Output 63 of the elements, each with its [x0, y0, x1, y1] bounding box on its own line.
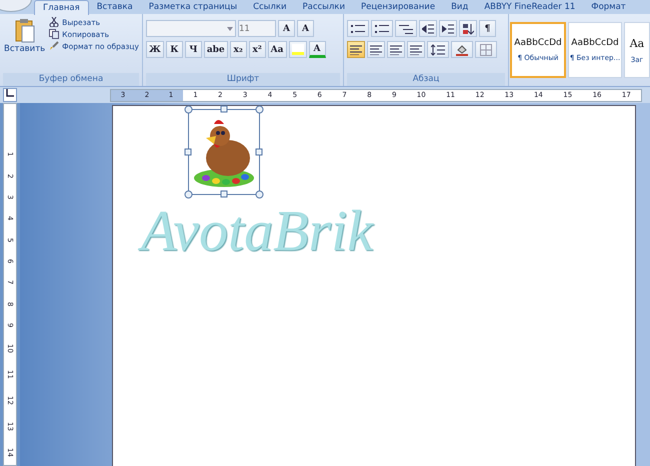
ribbon-tab[interactable]: ABBYY FineReader 11: [476, 0, 584, 14]
ribbon-tab[interactable]: Главная: [34, 0, 89, 14]
ribbon-tab[interactable]: Рассылки: [294, 0, 353, 14]
ribbon-tab[interactable]: Ссылки: [245, 0, 294, 14]
align-button[interactable]: [407, 41, 425, 58]
group-label: Абзац: [347, 73, 505, 86]
align-icon: [350, 44, 362, 54]
ribbon-tab[interactable]: Вид: [443, 0, 476, 14]
ribbon-tab[interactable]: Вставка: [88, 0, 141, 14]
line-spacing-button[interactable]: [427, 41, 449, 58]
ribbon-tab[interactable]: Разметка страницы: [140, 0, 246, 14]
indent-icon: [442, 24, 454, 34]
font-color-button[interactable]: A: [308, 41, 326, 58]
scissors-icon: [49, 17, 60, 27]
grow-font-button[interactable]: A: [278, 20, 295, 37]
align-button[interactable]: [347, 41, 365, 58]
format-button[interactable]: Ж: [146, 41, 164, 58]
brush-icon: [49, 41, 60, 51]
tab-stop-icon: [6, 89, 14, 97]
list-icon: [375, 24, 389, 34]
indent-icon: [422, 24, 434, 34]
paste-button[interactable]: Вставить: [3, 16, 46, 73]
paint-bucket-icon: [455, 44, 469, 56]
ribbon-tab[interactable]: Рецензирование: [352, 0, 444, 14]
increase-indent-button[interactable]: [439, 20, 457, 37]
align-icon: [390, 44, 402, 54]
style-sample: Aa: [630, 36, 644, 50]
clipboard-icon: [14, 18, 36, 44]
group-label: Шрифт: [146, 73, 340, 86]
format-button[interactable]: К: [166, 41, 183, 58]
show-marks-button[interactable]: ¶: [479, 20, 496, 37]
decrease-indent-button[interactable]: [419, 20, 437, 37]
format-button[interactable]: Aa: [268, 41, 286, 58]
list-icon: [351, 24, 365, 34]
selection-frame[interactable]: [184, 106, 264, 198]
format-button[interactable]: Ч: [184, 41, 202, 58]
shrink-font-button[interactable]: A: [297, 20, 314, 37]
borders-icon: [480, 44, 492, 56]
copy-icon: [49, 29, 60, 39]
align-button[interactable]: [367, 41, 385, 58]
align-icon: [370, 44, 382, 54]
align-button[interactable]: [387, 41, 405, 58]
group-label: Буфер обмена: [3, 73, 139, 86]
style-sample: AaBbCcDd: [571, 38, 619, 48]
ribbon-tab[interactable]: Формат: [583, 0, 634, 14]
sort-button[interactable]: [459, 20, 477, 37]
line-spacing-icon: [431, 44, 445, 56]
tab-selector[interactable]: [3, 88, 17, 102]
align-icon: [410, 44, 422, 54]
format-button[interactable]: abe: [204, 41, 228, 58]
format-button[interactable]: x₂: [230, 41, 247, 58]
format-button[interactable]: x²: [248, 41, 266, 58]
numbering-button[interactable]: [371, 20, 393, 37]
style-sample: AaBbCcDd: [514, 38, 562, 48]
dropdown-arrow-icon: [227, 26, 235, 30]
font-size-input[interactable]: 11: [237, 24, 275, 34]
font-name-field[interactable]: [146, 20, 236, 37]
multilevel-list-button[interactable]: [395, 20, 417, 37]
font-size-field[interactable]: 11: [238, 20, 276, 37]
sort-icon: [462, 22, 474, 34]
list-icon: [399, 24, 413, 34]
shading-button[interactable]: [451, 41, 473, 58]
bullets-button[interactable]: [347, 20, 369, 37]
